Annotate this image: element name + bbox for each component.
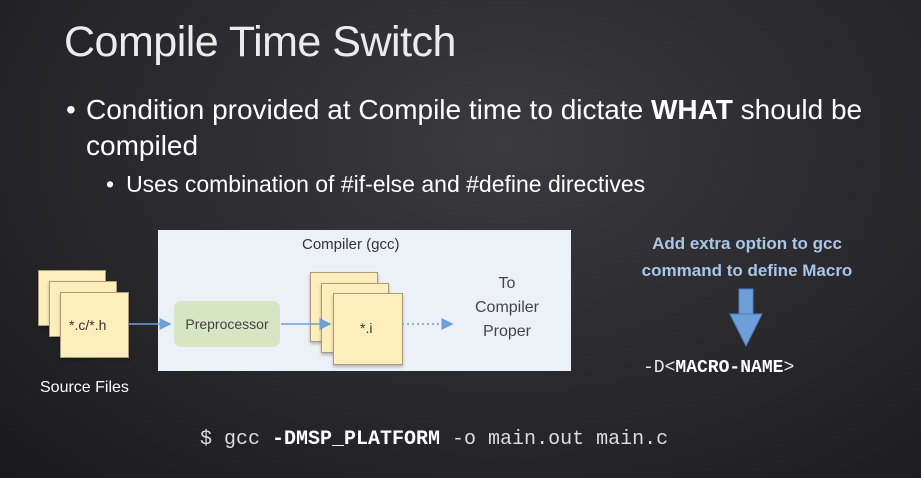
macro-name: MACRO-NAME — [675, 358, 784, 378]
command-suffix: -o main.out main.c — [440, 428, 669, 451]
macro-note: Add extra option to gcc command to defin… — [603, 230, 891, 284]
macro-prefix: -D< — [643, 358, 676, 378]
gcc-command: $ gcc -DMSP_PLATFORM -o main.out main.c — [200, 428, 668, 451]
macro-suffix: > — [783, 358, 795, 378]
command-prefix: $ gcc — [200, 428, 273, 451]
macro-note-line-2: command to define Macro — [641, 261, 853, 280]
macro-option: -D<MACRO-NAME> — [643, 358, 794, 378]
command-flag: -DMSP_PLATFORM — [272, 428, 441, 451]
macro-note-line-1: Add extra option to gcc — [652, 234, 842, 253]
down-arrow-icon — [729, 288, 763, 348]
